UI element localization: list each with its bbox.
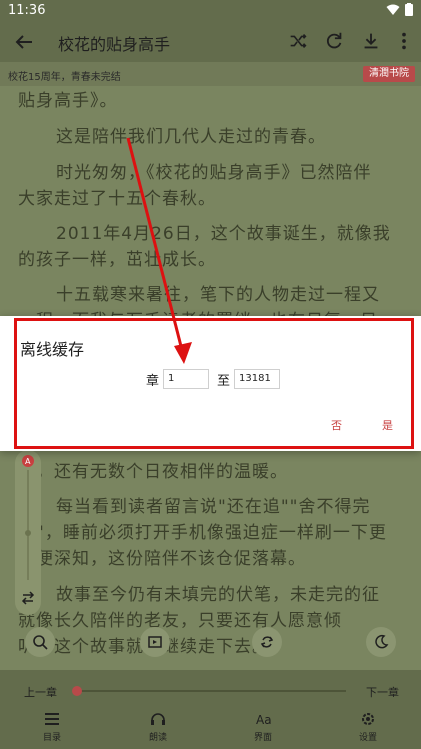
- progress-thumb[interactable]: [72, 686, 82, 696]
- menu-interface[interactable]: Aa 界面: [241, 712, 285, 743]
- menu-label: 设置: [358, 733, 377, 743]
- yes-button[interactable]: 是: [382, 417, 393, 433]
- chapter-range-row: 章 1 至 13181: [146, 369, 281, 389]
- auto-brightness-icon[interactable]: A: [21, 454, 35, 468]
- status-icons: [386, 3, 413, 16]
- prev-chapter-button[interactable]: 上一章: [24, 684, 57, 700]
- text-line: 就像长久陪伴的老友，只要还有人愿意倾: [18, 611, 342, 631]
- chapter-info-bar: 校花15周年，青春未完结 清潤书院: [0, 62, 421, 86]
- menu-label: 界面: [253, 733, 272, 743]
- text-line: 的孩子一样，茁壮成长。: [18, 250, 216, 270]
- menu-settings[interactable]: 设置: [346, 712, 390, 743]
- to-label: 至: [217, 373, 231, 389]
- moon-icon: [375, 634, 389, 649]
- more-vert-icon[interactable]: [393, 30, 415, 52]
- auto-page-button[interactable]: [140, 627, 170, 657]
- status-time: 11:36: [8, 3, 46, 18]
- replace-icon: [260, 636, 274, 648]
- text-line: 时光匆匆，《校花的贴身高手》已然陪伴: [56, 163, 372, 183]
- brightness-thumb[interactable]: [25, 530, 31, 536]
- night-mode-button[interactable]: [366, 627, 396, 657]
- download-icon[interactable]: [360, 30, 382, 52]
- menu-label: 目录: [42, 733, 61, 743]
- menu-catalog[interactable]: 目录: [30, 712, 74, 743]
- replace-button[interactable]: [252, 627, 282, 657]
- bottom-menu: 上一章 下一章 目录 朗读 Aa 界面 设置: [0, 670, 421, 749]
- shuffle-icon[interactable]: [287, 30, 309, 52]
- menu-read-aloud[interactable]: 朗读: [136, 712, 180, 743]
- status-bar: 11:36: [0, 0, 421, 22]
- from-chapter-input[interactable]: 1: [163, 369, 210, 389]
- dialog-title: 离线缓存: [20, 340, 85, 359]
- search-button[interactable]: [25, 627, 55, 657]
- font-icon: Aa: [256, 713, 271, 726]
- to-chapter-input[interactable]: 13181: [234, 369, 281, 389]
- next-chapter-button[interactable]: 下一章: [366, 684, 399, 700]
- catalog-icon: [45, 713, 59, 725]
- text-line: 结"，睡前必须打开手机像强迫症一样刷一下更: [18, 523, 387, 543]
- text-line: 每当看到读者留言说"还在追""舍不得完: [56, 497, 371, 517]
- text-line: 贴身高手》。: [18, 91, 118, 111]
- book-title: 校花的贴身高手: [58, 35, 171, 54]
- source-badge[interactable]: 清潤书院: [363, 66, 415, 82]
- back-arrow-icon[interactable]: [12, 30, 36, 54]
- text-line: 十五载寒来暑往，笔下的人物走过一程又: [56, 285, 380, 305]
- offline-cache-dialog: 离线缓存 章 1 至 13181 否 是: [0, 316, 421, 451]
- brightness-slider[interactable]: A: [15, 450, 41, 615]
- svg-text:Aa: Aa: [256, 713, 271, 726]
- battery-icon: [405, 3, 413, 16]
- text-line: 大家走过了十五个春秋。: [18, 189, 216, 209]
- text-line: 限，还有无数个日夜相伴的温暖。: [18, 462, 288, 482]
- brightness-track: [27, 470, 29, 580]
- chapter-progress-slider[interactable]: [72, 686, 346, 696]
- svg-text:A: A: [25, 457, 31, 466]
- text-line: 这是陪伴我们几代人走过的青春。: [56, 127, 326, 147]
- refresh-icon[interactable]: [323, 30, 345, 52]
- headphones-icon: [151, 713, 165, 725]
- no-button[interactable]: 否: [331, 417, 342, 433]
- menu-label: 朗读: [148, 733, 167, 743]
- chapter-label: 章: [146, 373, 160, 389]
- wifi-icon: [386, 4, 400, 15]
- text-line: 故事至今仍有未填完的伏笔，未走完的征: [56, 585, 380, 605]
- text-line: 我便深知，这份陪伴不该仓促落幕。: [18, 549, 306, 569]
- text-line: 2011年4月26日，这个故事诞生，就像我: [56, 224, 391, 244]
- search-icon: [33, 635, 48, 650]
- app-bar: 校花的贴身高手: [0, 22, 421, 62]
- gear-icon: [362, 713, 374, 725]
- swap-icon[interactable]: [20, 590, 36, 606]
- chapter-info: 校花15周年，青春未完结: [8, 72, 121, 83]
- auto-page-icon: [148, 636, 162, 648]
